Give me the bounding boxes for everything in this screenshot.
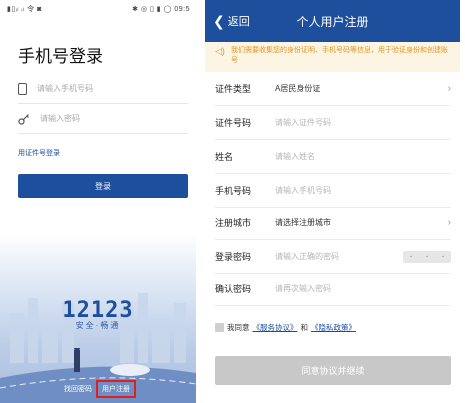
- phone-field[interactable]: 请输入手机号码: [18, 74, 188, 104]
- status-left-icons: ▮▯ᵢₗ ᵢₗ 令 ◙: [7, 6, 42, 13]
- field-label: 登录密码: [215, 252, 252, 262]
- name-row[interactable]: 姓名 请输入姓名: [215, 140, 451, 174]
- page-title: 手机号登录: [18, 47, 103, 66]
- status-right-icons: ✱ ◎ ▯ ▮ ◯ 09:5: [132, 6, 190, 13]
- field-label: 证件类型: [215, 84, 252, 94]
- notice-text: 我们需要收集您的身份证明、手机号码等信息，用于验证身份和创建账号: [231, 47, 448, 64]
- speaker-icon: ◁): [215, 46, 225, 56]
- password-field[interactable]: 请输入密码: [18, 104, 188, 134]
- chevron-right-icon: ›: [447, 217, 451, 228]
- road-illustration: [0, 348, 196, 403]
- field-label: 手机号码: [215, 186, 252, 196]
- phone-icon: [18, 82, 27, 95]
- phone-row[interactable]: 手机号码 请输入手机号码: [215, 174, 451, 208]
- chevron-right-icon: ›: [447, 83, 451, 94]
- submit-button[interactable]: 同意协议并继续: [215, 356, 451, 385]
- service-agreement-link[interactable]: 《服务协议》: [253, 322, 298, 333]
- city-row[interactable]: 注册城市 请选择注册城市 ›: [215, 206, 451, 240]
- register-screen: ❮ 返回 个人用户注册 ◁) 我们需要收集您的身份证明、手机号码等信息，用于验证…: [205, 0, 460, 403]
- password-row[interactable]: 登录密码 请输入正确的密码 ▪ ▪ ▪: [215, 240, 451, 274]
- agreement-prefix: 我同意: [227, 323, 250, 332]
- login-screen: ▮▯ᵢₗ ᵢₗ 令 ◙ ✱ ◎ ▯ ▮ ◯ 09:5 手机号登录 请输入手机号码…: [0, 0, 196, 403]
- password-input[interactable]: 请输入密码: [40, 113, 80, 124]
- key-icon: [18, 113, 30, 125]
- password-input[interactable]: 请输入正确的密码: [275, 251, 403, 262]
- nav-bar: ❮ 返回 个人用户注册: [205, 0, 460, 42]
- login-footer: 找回密码 用户注册: [0, 380, 196, 398]
- name-input[interactable]: 请输入姓名: [275, 151, 451, 162]
- phone-input[interactable]: 请输入手机号码: [275, 185, 451, 196]
- logo-slogan: 安全·畅通: [75, 321, 121, 330]
- confirm-password-row[interactable]: 确认密码 请再次输入密码: [215, 272, 451, 306]
- confirm-password-input[interactable]: 请再次输入密码: [275, 283, 451, 294]
- city-select[interactable]: 请选择注册城市: [275, 217, 448, 228]
- agreement-and: 和: [300, 323, 309, 332]
- privacy-notice: ◁) 我们需要收集您的身份证明、手机号码等信息，用于验证身份和创建账号: [205, 42, 460, 72]
- phone-input[interactable]: 请输入手机号码: [37, 83, 93, 94]
- login-button[interactable]: 登录: [18, 174, 188, 198]
- register-link[interactable]: 用户注册: [96, 380, 136, 398]
- status-bar: ▮▯ᵢₗ ᵢₗ 令 ◙ ✱ ◎ ▯ ▮ ◯ 09:5: [7, 4, 190, 14]
- id-login-link[interactable]: 用证件号登录: [18, 148, 60, 158]
- privacy-policy-link[interactable]: 《隐私政策》: [311, 322, 356, 333]
- field-label: 姓名: [215, 152, 234, 162]
- field-label: 证件号码: [215, 118, 252, 128]
- id-number-input[interactable]: 请输入证件号码: [275, 117, 451, 128]
- id-number-row[interactable]: 证件号码 请输入证件号码: [215, 106, 451, 140]
- field-label: 注册城市: [215, 218, 252, 228]
- id-type-row[interactable]: 证件类型 A居民身份证 ›: [215, 72, 451, 106]
- page-title: 个人用户注册: [296, 15, 369, 29]
- password-visibility-toggle[interactable]: ▪ ▪ ▪: [403, 250, 451, 263]
- agreement-checkbox[interactable]: [215, 323, 224, 332]
- id-type-select[interactable]: A居民身份证: [275, 83, 448, 94]
- retrieve-password-link[interactable]: 找回密码: [64, 384, 92, 394]
- agreement-row: 我同意 《服务协议》 和 《隐私政策》: [215, 322, 356, 333]
- field-label: 确认密码: [215, 284, 252, 294]
